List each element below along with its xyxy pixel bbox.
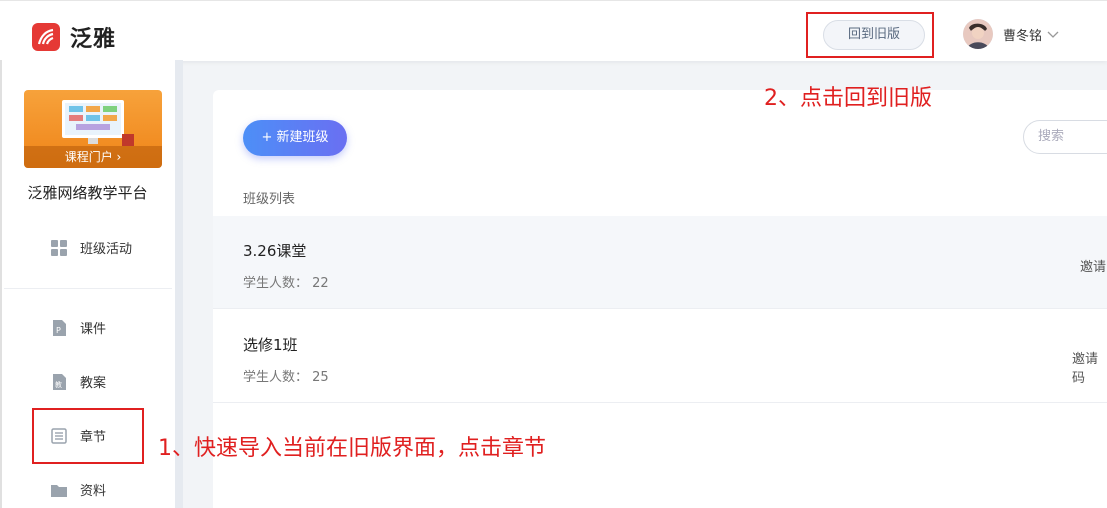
- student-count-value: 22: [312, 276, 329, 291]
- class-list-heading: 班级列表: [243, 192, 296, 207]
- folder-icon: [51, 484, 67, 497]
- sidebar-item-courseware[interactable]: P 课件: [50, 318, 106, 337]
- annotation-step-1: 1、快速导入当前在旧版界面，点击章节: [158, 436, 546, 461]
- chevron-down-icon: [1047, 31, 1059, 38]
- class-name: 选修1班: [243, 336, 298, 354]
- annotation-step-2: 2、点击回到旧版: [764, 86, 932, 111]
- course-title: 泛雅网络教学平台: [27, 184, 148, 202]
- sidebar-item-materials[interactable]: 资料: [50, 480, 106, 499]
- student-count-label: 学生人数：: [243, 276, 309, 291]
- user-name: 曹冬铭: [1003, 28, 1043, 44]
- svg-text:P: P: [56, 326, 61, 335]
- invite-code-button[interactable]: 邀请码: [1072, 348, 1107, 386]
- search-input[interactable]: 搜索: [1023, 120, 1107, 154]
- student-count-label: 学生人数：: [243, 370, 309, 385]
- student-count: 学生人数： 22: [243, 272, 329, 291]
- sidebar-item-label: 资料: [80, 484, 107, 499]
- course-cover-image[interactable]: 课程门户 ›: [24, 90, 162, 168]
- student-count-value: 25: [312, 370, 329, 385]
- class-row[interactable]: 3.26课堂 学生人数： 22 邀请: [213, 216, 1107, 309]
- student-count: 学生人数： 25: [243, 366, 329, 385]
- course-portal-link[interactable]: 课程门户 ›: [24, 146, 162, 168]
- avatar: [963, 19, 993, 49]
- sidebar-item-label: 班级活动: [80, 242, 133, 257]
- class-row[interactable]: 选修1班 学生人数： 25 邀请码: [213, 310, 1107, 403]
- app-name: 泛雅: [70, 27, 117, 52]
- sidebar-item-label: 教案: [80, 376, 107, 391]
- ppt-file-icon: P: [53, 319, 66, 336]
- grid-icon: [51, 239, 67, 256]
- sidebar-item-label: 课件: [80, 322, 107, 337]
- invite-button[interactable]: 邀请: [1080, 256, 1106, 275]
- new-class-button[interactable]: + 新建班级: [243, 120, 347, 156]
- annotation-box-chapter: [32, 408, 144, 464]
- sidebar-separator: [4, 288, 172, 289]
- annotation-box-old-version: [806, 12, 934, 58]
- top-bar: 泛雅 回到旧版 曹冬铭: [0, 0, 1107, 61]
- lesson-plan-icon: 教: [53, 373, 66, 390]
- app-logo[interactable]: 泛雅: [32, 21, 116, 53]
- class-name: 3.26课堂: [243, 242, 307, 260]
- logo-icon: [32, 23, 60, 51]
- sidebar-item-class-activity[interactable]: 班级活动: [50, 238, 132, 257]
- user-menu[interactable]: 曹冬铭: [963, 19, 1060, 49]
- svg-text:教: 教: [55, 380, 62, 389]
- sidebar-item-lesson-plan[interactable]: 教 教案: [50, 372, 106, 391]
